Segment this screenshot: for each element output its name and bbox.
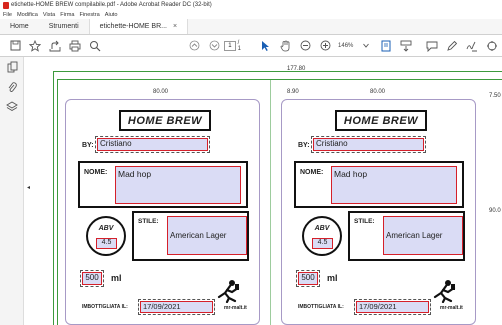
abv-circle: ABV 4.5 [86,216,126,256]
top-margin-dimension: 7.50 [489,93,501,99]
nome-box: NOME: Mad hop [78,161,248,208]
window-titlebar: etichette-HOME BREW compilabile.pdf - Ad… [0,0,502,10]
label-height-dimension: 90.0 [489,208,501,214]
menu-view[interactable]: Vista [43,12,55,18]
stile-box: STILE: American Lager [348,211,465,261]
comment-icon[interactable] [425,37,439,55]
sign-icon[interactable] [465,37,479,55]
by-label: BY: [82,142,94,149]
abv-field[interactable]: 4.5 [96,238,117,249]
menu-window[interactable]: Finestra [80,12,100,18]
layers-icon[interactable] [0,97,24,117]
stile-box: STILE: American Lager [132,211,249,261]
zoom-level[interactable]: 146% [335,42,356,50]
stile-field[interactable]: American Lager [167,216,247,255]
fit-page-icon[interactable] [379,37,393,55]
tab-home[interactable]: Home [0,19,39,34]
gap-dimension: 8.90 [287,89,299,95]
logo-text: mr-malt.it [224,305,247,311]
menubar: File Modifica Vista Firma Finestra Aiuto [0,10,502,19]
stile-label: STILE: [354,218,375,225]
imbottigliata-field[interactable]: 17/09/2021 [138,299,215,315]
label-left-line [57,79,58,325]
highlight-icon[interactable] [445,37,459,55]
brewer-logo-icon [216,279,242,305]
toolbar: 1 / 1 146% [0,35,502,57]
imbottigliata-label: IMBOTTIGLIATA IL: [298,304,344,310]
ml-unit: ml [327,273,338,283]
left-panel [0,57,24,325]
tab-bar: Home Strumenti etichette-HOME BR... × [0,19,502,35]
abv-label: ABV [98,225,114,232]
page-down-icon[interactable] [207,37,221,55]
nome-box: NOME: Mad hop [294,161,464,208]
document-canvas[interactable]: 177.80 80.00 8.90 80.00 7.50 90.0 HOME B… [25,57,502,325]
window-title: etichette-HOME BREW compilabile.pdf - Ad… [11,2,212,8]
menu-file[interactable]: File [3,12,12,18]
imbottigliata-label: IMBOTTIGLIATA IL: [82,304,128,310]
menu-edit[interactable]: Modifica [17,12,38,18]
cursor-icon[interactable] [258,37,272,55]
ml-field[interactable]: 500 [80,270,104,287]
menu-sign[interactable]: Firma [60,12,74,18]
search-icon[interactable] [88,37,102,55]
zoom-out-icon[interactable] [298,37,312,55]
share-icon[interactable] [48,37,62,55]
abv-field[interactable]: 4.5 [312,238,333,249]
by-field[interactable]: Cristiano [95,136,210,153]
page-left-edge-line [53,71,54,325]
tab-document[interactable]: etichette-HOME BR... × [88,19,189,34]
nome-field[interactable]: Mad hop [331,166,457,204]
tab-document-label: etichette-HOME BR... [99,23,167,30]
page-total: / 1 [237,39,241,52]
chevron-down-icon[interactable] [359,37,373,55]
attachments-icon[interactable] [0,77,24,97]
brewer-logo-icon [432,279,458,305]
zoom-in-icon[interactable] [318,37,332,55]
brand-title: HOME BREW [335,110,427,131]
share-link-icon[interactable] [485,37,499,55]
save-icon[interactable] [8,37,22,55]
label-width-right: 80.00 [370,89,386,95]
star-icon[interactable] [28,37,42,55]
hand-icon[interactable] [278,37,292,55]
beer-label-left: HOME BREW BY: Cristiano NOME: Mad hop AB… [65,99,260,325]
page-width-dimension: 177.80 [287,66,306,72]
close-icon[interactable]: × [173,23,177,30]
nome-label: NOME: [84,169,108,176]
stile-field[interactable]: American Lager [383,216,463,255]
beer-label-right: HOME BREW BY: Cristiano NOME: Mad hop AB… [281,99,476,325]
page-width-line [53,71,502,72]
by-label: BY: [298,142,310,149]
stile-label: STILE: [138,218,159,225]
menu-help[interactable]: Aiuto [105,12,118,18]
label-top-line [57,79,502,80]
page-up-icon[interactable] [187,37,201,55]
abv-label: ABV [314,225,330,232]
imbottigliata-field[interactable]: 17/09/2021 [354,299,431,315]
nome-label: NOME: [300,169,324,176]
ml-field[interactable]: 500 [296,270,320,287]
label-gap-line [270,79,271,325]
page-number-input[interactable]: 1 [224,40,236,51]
logo-text: mr-malt.it [440,305,463,311]
ml-unit: ml [111,273,122,283]
scroll-icon[interactable] [399,37,413,55]
collapse-panel-icon[interactable]: ◂ [27,184,35,198]
label-width-left: 80.00 [153,89,169,95]
print-icon[interactable] [68,37,82,55]
tab-tools[interactable]: Strumenti [39,19,89,34]
brand-title: HOME BREW [119,110,211,131]
by-field[interactable]: Cristiano [311,136,426,153]
pdf-icon [3,1,9,9]
page-thumbnails-icon[interactable] [0,57,24,77]
abv-circle: ABV 4.5 [302,216,342,256]
nome-field[interactable]: Mad hop [115,166,241,204]
